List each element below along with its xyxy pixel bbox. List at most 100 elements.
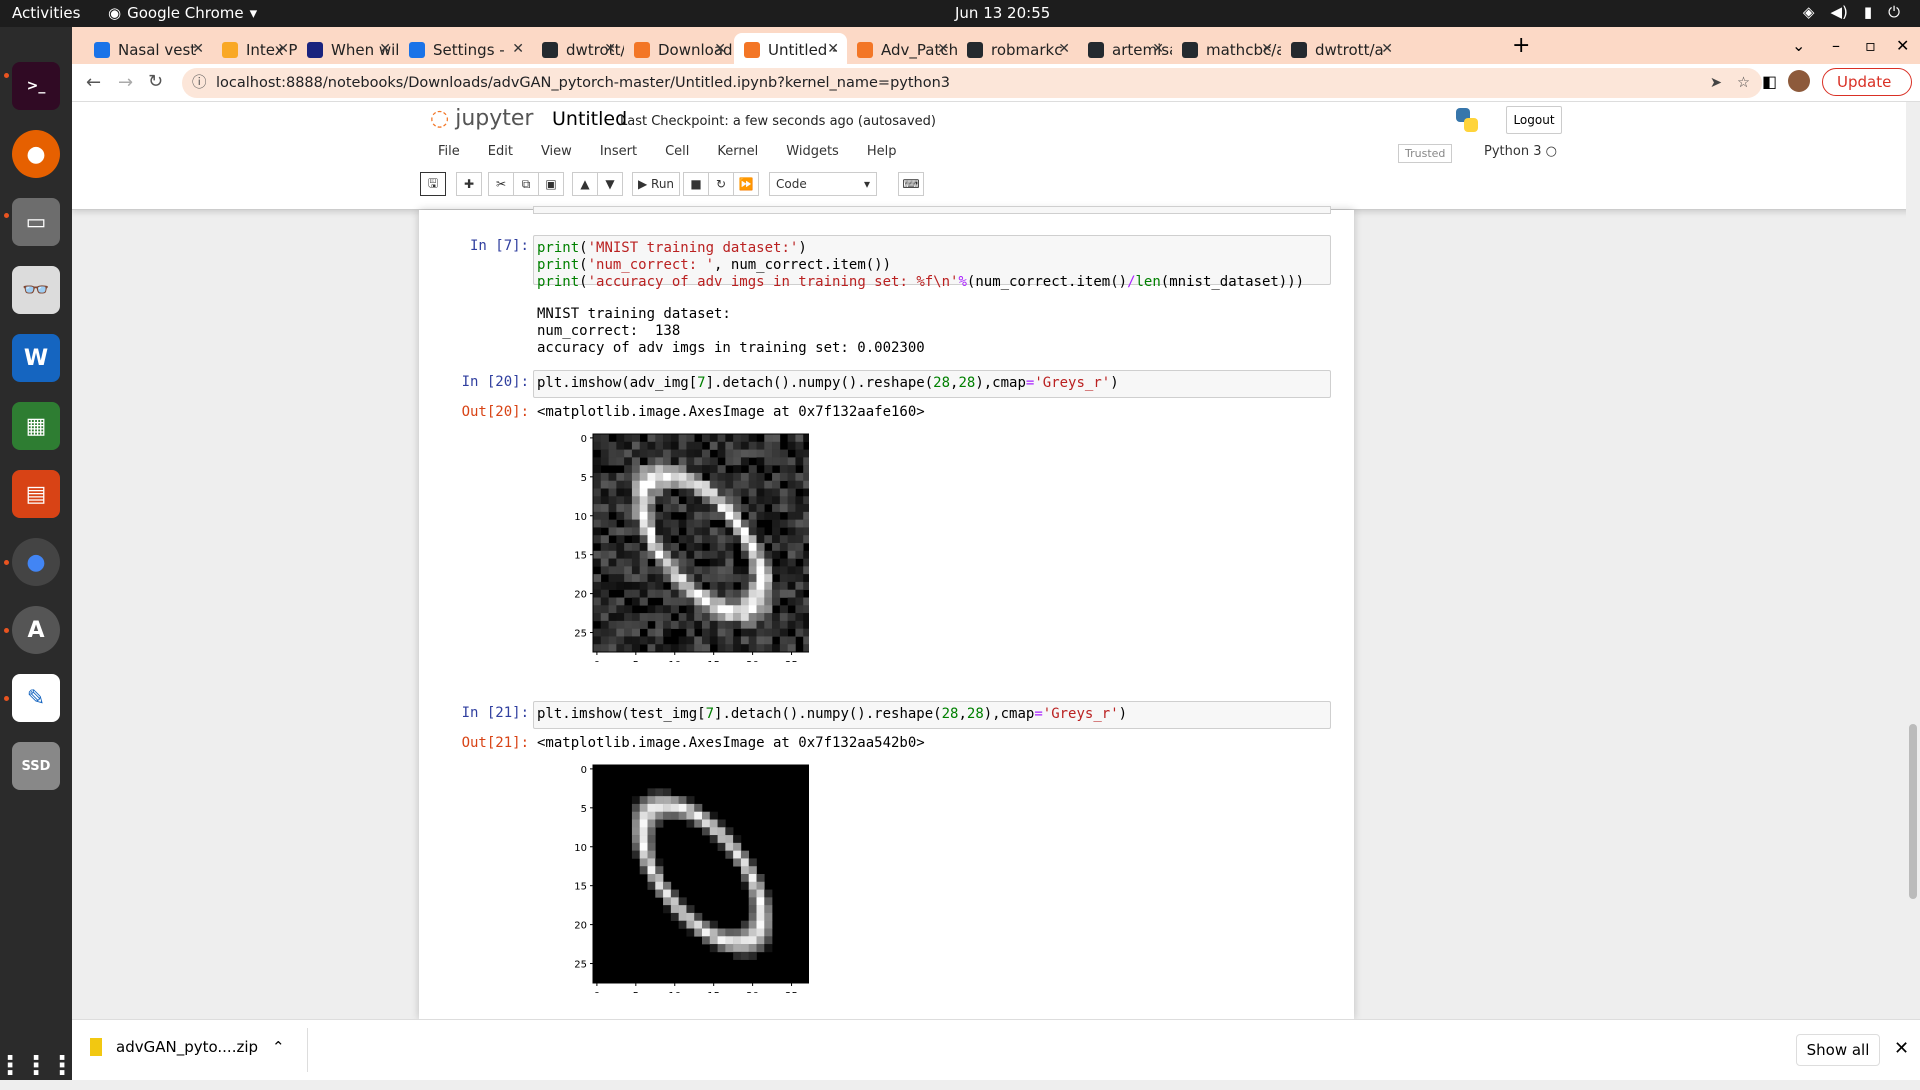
x-tick-label: 15 <box>707 660 720 662</box>
tab-4[interactable]: dwtrott/E✕ <box>532 33 624 67</box>
text-editor-icon[interactable]: ✎ <box>12 674 60 722</box>
tab-8[interactable]: robmarkc ✕ <box>957 33 1078 67</box>
app-menu[interactable]: ◉ Google Chrome ▾ <box>108 4 257 22</box>
writer-icon[interactable]: W <box>12 334 60 382</box>
menu-widgets[interactable]: Widgets <box>786 144 839 159</box>
chevron-down-icon: ▾ <box>249 4 258 22</box>
send-icon[interactable]: ➤ <box>1710 68 1722 98</box>
page-scrollbar[interactable] <box>1906 102 1920 1019</box>
document-viewer-icon[interactable]: 👓 <box>12 266 60 314</box>
terminal-icon[interactable]: >_ <box>12 62 60 110</box>
run-all-button[interactable]: ⏩ <box>733 172 759 196</box>
tab-search-icon[interactable]: ⌄ <box>1792 36 1805 55</box>
clock[interactable]: Jun 13 20:55 <box>955 4 1050 22</box>
insert-cell-button[interactable]: ✚ <box>456 172 482 196</box>
cell-21-input[interactable]: plt.imshow(test_img[7].detach().numpy().… <box>533 701 1331 729</box>
chevron-down-icon: ▾ <box>863 177 870 191</box>
ssd-drive-icon[interactable]: SSD <box>12 742 60 790</box>
tab-close-icon[interactable]: ✕ <box>937 41 949 57</box>
files-icon[interactable]: ▭ <box>12 198 60 246</box>
tab-close-icon[interactable]: ✕ <box>192 41 204 57</box>
tab-7[interactable]: Adv_Patch ✕ <box>847 33 957 67</box>
tab-close-icon[interactable]: ✕ <box>512 41 524 57</box>
calc-icon[interactable]: ▦ <box>12 402 60 450</box>
url-field[interactable]: ⓘ localhost:8888/notebooks/Downloads/adv… <box>182 68 1762 98</box>
tab-title: dwtrott/a <box>1315 41 1384 59</box>
forward-icon[interactable]: → <box>118 72 133 93</box>
trusted-badge[interactable]: Trusted <box>1398 144 1453 163</box>
tab-2[interactable]: When will ✕ <box>297 33 399 67</box>
tab-0[interactable]: Nasal vest ✕ <box>84 33 212 67</box>
menu-edit[interactable]: Edit <box>488 144 513 159</box>
save-button[interactable]: 🖫 <box>420 172 446 196</box>
fast-forward-icon: ⏩ <box>738 177 754 191</box>
x-tick-label: 5 <box>633 660 639 662</box>
menu-file[interactable]: File <box>438 144 460 159</box>
paste-button[interactable]: ▣ <box>538 172 564 196</box>
window-close-icon[interactable]: ✕ <box>1896 36 1909 55</box>
interrupt-button[interactable]: ■ <box>683 172 709 196</box>
minimize-icon[interactable]: – <box>1832 36 1840 55</box>
tab-close-icon[interactable]: ✕ <box>1381 41 1393 57</box>
tab-close-icon[interactable]: ✕ <box>1058 41 1070 57</box>
tab-close-icon[interactable]: ✕ <box>827 41 839 57</box>
tab-1[interactable]: Intex Pure✕ <box>212 33 297 67</box>
menu-help[interactable]: Help <box>867 144 897 159</box>
side-panel-icon[interactable]: ◧ <box>1762 72 1777 91</box>
tab-close-icon[interactable]: ✕ <box>277 41 289 57</box>
scrollbar-thumb[interactable] <box>1909 724 1917 899</box>
menu-kernel[interactable]: Kernel <box>717 144 758 159</box>
menu-insert[interactable]: Insert <box>600 144 637 159</box>
run-label: Run <box>651 177 675 191</box>
menu-cell[interactable]: Cell <box>665 144 689 159</box>
system-tray[interactable]: ◈ ◀) ▮ ⏻ <box>1803 3 1900 21</box>
impress-icon[interactable]: ▤ <box>12 470 60 518</box>
show-apps-icon[interactable]: ⋮⋮⋮ <box>0 1042 75 1090</box>
new-tab-button[interactable]: + <box>1512 33 1530 58</box>
reload-icon[interactable]: ↻ <box>148 71 163 92</box>
command-palette-button[interactable]: ⌨ <box>898 172 924 196</box>
maximize-icon[interactable]: ▫ <box>1865 36 1876 55</box>
tab-3[interactable]: Settings - ✕ <box>399 33 532 67</box>
cell-type-select[interactable]: Code ▾ <box>769 172 877 196</box>
download-item[interactable]: advGAN_pyto....zip ⌃ <box>90 1038 285 1056</box>
move-up-button[interactable]: ▲ <box>572 172 598 196</box>
software-icon[interactable]: A <box>12 606 60 654</box>
chrome-dock-icon[interactable]: ● <box>12 538 60 586</box>
y-tick-label: 25 <box>574 960 587 971</box>
tab-close-icon[interactable]: ✕ <box>604 41 616 57</box>
tab-9[interactable]: artemisar✕ <box>1078 33 1172 67</box>
avatar[interactable] <box>1788 70 1810 92</box>
close-icon[interactable]: ✕ <box>1894 1038 1909 1059</box>
notebook-title[interactable]: Untitled <box>552 108 627 130</box>
tab-favicon-icon <box>542 42 558 58</box>
tab-11[interactable]: dwtrott/a ✕ <box>1281 33 1401 67</box>
tab-close-icon[interactable]: ✕ <box>1152 41 1164 57</box>
run-button[interactable]: ▶ Run <box>632 172 680 196</box>
tab-favicon-icon <box>857 42 873 58</box>
back-icon[interactable]: ← <box>86 72 101 93</box>
star-icon[interactable]: ☆ <box>1737 68 1750 98</box>
logout-button[interactable]: Logout <box>1506 106 1562 134</box>
show-all-button[interactable]: Show all <box>1796 1034 1880 1066</box>
menu-view[interactable]: View <box>541 144 572 159</box>
cut-button[interactable]: ✂ <box>488 172 514 196</box>
move-down-button[interactable]: ▼ <box>597 172 623 196</box>
restart-button[interactable]: ↻ <box>708 172 734 196</box>
copy-button[interactable]: ⧉ <box>513 172 539 196</box>
tab-close-icon[interactable]: ✕ <box>1261 41 1273 57</box>
firefox-icon[interactable]: ● <box>12 130 60 178</box>
tab-close-icon[interactable]: ✕ <box>379 41 391 57</box>
jupyter-icon: ◌ <box>430 106 450 131</box>
tab-close-icon[interactable]: ✕ <box>714 41 726 57</box>
copy-icon: ⧉ <box>521 176 531 191</box>
activities-button[interactable]: Activities <box>12 4 80 22</box>
chevron-up-icon[interactable]: ⌃ <box>272 1038 285 1056</box>
tab-6[interactable]: Untitled - ✕ <box>734 33 847 67</box>
cell-20-input[interactable]: plt.imshow(adv_img[7].detach().numpy().r… <box>533 370 1331 398</box>
jupyter-logo[interactable]: ◌ jupyter <box>430 106 533 131</box>
tab-5[interactable]: Download ✕ <box>624 33 734 67</box>
cell-7-input[interactable]: print('MNIST training dataset:') print('… <box>533 235 1331 290</box>
update-button[interactable]: Update ⋮ <box>1822 68 1912 117</box>
tab-10[interactable]: mathcbc/a ✕ <box>1172 33 1281 67</box>
